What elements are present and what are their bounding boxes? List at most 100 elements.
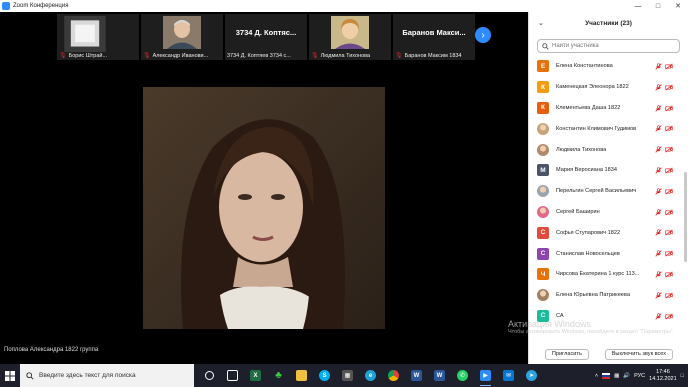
avatar (331, 16, 369, 49)
video-off-icon[interactable] (665, 271, 673, 278)
clock[interactable]: 17:46 14.12.2021 (649, 369, 677, 383)
muted-mic-icon[interactable] (655, 125, 662, 132)
clover-icon[interactable]: ♣ (267, 364, 290, 387)
window-controls: — □ ✕ (628, 0, 688, 12)
video-off-icon[interactable] (665, 250, 673, 257)
participant-thumbnail[interactable]: 🎙 Борис Штрай... (57, 14, 139, 60)
word-icon[interactable]: W (405, 364, 428, 387)
muted-mic-icon[interactable] (655, 104, 662, 112)
edge-icon[interactable]: e (359, 364, 382, 387)
chevron-down-icon[interactable]: ⌄ (538, 19, 544, 27)
maximize-button[interactable]: □ (648, 0, 668, 12)
active-speaker-video[interactable] (143, 87, 385, 329)
participant-row[interactable]: Ч Чирсова Екатерина 1 курс 113... (529, 264, 683, 285)
participant-status-icons (655, 271, 673, 278)
participant-row[interactable]: С СА (529, 306, 683, 327)
thumbnail-label: Борис Штрай... (68, 52, 108, 59)
participant-row[interactable]: Е Елена Константинова (529, 56, 683, 77)
video-off-icon[interactable] (665, 84, 673, 91)
input-language[interactable]: РУС (634, 373, 645, 379)
participant-row[interactable]: К Каменецкая Элеонора 1822 (529, 77, 683, 98)
participant-search[interactable] (537, 39, 680, 53)
mail-icon[interactable]: ✉ (497, 364, 520, 387)
participant-name: Каменецкая Элеонора 1822 (556, 84, 629, 91)
participant-status-icons (655, 292, 673, 299)
scrollbar[interactable] (684, 172, 687, 262)
participant-thumbnail[interactable]: 3734 Д. Коптяс... 3734 Д. Коптяев 3734 с… (225, 14, 307, 60)
thumbnail-label: Людмила Тихонова (320, 52, 371, 59)
notification-icon[interactable]: □ (681, 373, 684, 379)
video-off-icon[interactable] (665, 292, 673, 299)
participant-name: Чирсова Екатерина 1 курс 113... (556, 271, 640, 278)
app-icon[interactable]: ▦ (336, 364, 359, 387)
whatsapp-icon[interactable]: ✆ (451, 364, 474, 387)
video-off-icon[interactable] (665, 209, 673, 216)
network-icon[interactable]: ▦ (614, 373, 619, 379)
participant-row[interactable]: К Клементьева Даша 1822 (529, 98, 683, 119)
cortana-icon[interactable] (198, 364, 221, 387)
mute-all-button[interactable]: Выключить звук всех (604, 348, 674, 360)
skype-icon[interactable]: S (313, 364, 336, 387)
minimize-button[interactable]: — (628, 0, 648, 12)
video-off-icon[interactable] (665, 188, 673, 195)
avatar (537, 185, 549, 198)
word-doc-icon[interactable]: W (428, 364, 451, 387)
muted-mic-icon[interactable] (655, 271, 662, 278)
video-off-icon[interactable] (665, 167, 673, 174)
participant-status-icons (655, 84, 673, 91)
search-input[interactable] (552, 43, 672, 49)
participant-row[interactable]: М Мария Веросиана 1834 (529, 160, 683, 181)
search-icon (26, 371, 34, 380)
chrome-icon[interactable] (382, 364, 405, 387)
participant-thumbnail[interactable]: 🎙 Александр Иванови... (141, 14, 223, 60)
thumbnail-label: Баранов Максим 1834 (404, 52, 462, 59)
video-off-icon[interactable] (665, 63, 673, 70)
participant-thumbnail[interactable]: Баранов Макси... 🎙 Баранов Максим 1834 (393, 14, 475, 60)
telegram-icon[interactable]: ➤ (520, 364, 543, 387)
video-off-icon[interactable] (665, 125, 673, 132)
video-off-icon[interactable] (665, 105, 673, 112)
participant-name: Елена Юрьевна Патрикеева (556, 292, 630, 299)
participant-thumbnail[interactable]: 🎙 Людмила Тихонова (309, 14, 391, 60)
flag-icon[interactable] (602, 372, 611, 379)
thumbnail-label: 3734 Д. Коптяев 3734 с... (227, 53, 291, 59)
next-page-button[interactable]: › (475, 27, 491, 43)
participant-row[interactable]: С Станислав Новосельцев (529, 243, 683, 264)
participant-name: Перельгин Сергей Васильевич (556, 188, 637, 195)
file-explorer-icon[interactable] (290, 364, 313, 387)
muted-mic-icon[interactable] (655, 208, 662, 216)
taskbar-search[interactable]: Введите здесь текст для поиска (20, 364, 194, 387)
muted-mic-icon: 🎙 (143, 53, 151, 59)
start-button[interactable] (0, 364, 20, 387)
video-off-icon[interactable] (665, 313, 673, 320)
close-button[interactable]: ✕ (668, 0, 688, 12)
chevron-up-icon[interactable]: ˄ (595, 373, 598, 379)
video-off-icon[interactable] (665, 229, 673, 236)
muted-mic-icon[interactable] (655, 146, 662, 153)
video-off-icon[interactable] (665, 146, 673, 153)
excel-icon[interactable]: X (244, 364, 267, 387)
muted-mic-icon[interactable] (655, 229, 662, 236)
search-icon (542, 42, 549, 50)
muted-mic-icon[interactable] (655, 250, 662, 257)
muted-mic-icon[interactable] (655, 312, 662, 320)
volume-icon[interactable]: 🔊 (623, 373, 630, 379)
muted-mic-icon[interactable] (655, 84, 662, 91)
invite-button[interactable]: Пригласить (544, 348, 589, 360)
participant-row[interactable]: Константин Климович Гудимов (529, 118, 683, 139)
participant-status-icons (655, 167, 673, 174)
zoom-window: Zoom Конференция — □ ✕ 🎙Борис Штрай... (0, 0, 688, 387)
muted-mic-icon[interactable] (655, 63, 662, 70)
participant-row[interactable]: Перельгин Сергей Васильевич (529, 181, 683, 202)
participant-row[interactable]: Сергей Баширин (529, 202, 683, 223)
muted-mic-icon[interactable] (655, 188, 662, 195)
participant-row[interactable]: Елена Юрьевна Патрикеева (529, 285, 683, 306)
zoom-icon[interactable]: ▶ (474, 364, 497, 387)
muted-mic-icon[interactable] (655, 292, 662, 299)
muted-mic-icon[interactable] (655, 167, 662, 174)
panel-footer: Пригласить Выключить звук всех (529, 344, 688, 364)
participant-row[interactable]: С Софья Ступарович 1822 (529, 222, 683, 243)
participant-status-icons (655, 208, 673, 216)
task-view-icon[interactable] (221, 364, 244, 387)
participant-row[interactable]: Людмила Тихонова (529, 139, 683, 160)
